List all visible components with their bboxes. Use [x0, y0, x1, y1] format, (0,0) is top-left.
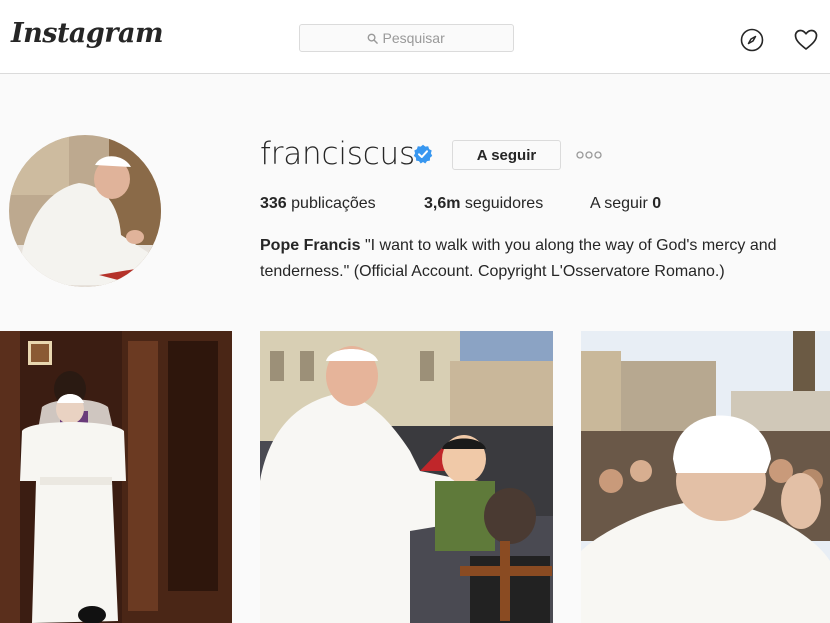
post-photo — [581, 331, 830, 623]
followers-count: 3,6m — [424, 195, 461, 212]
following-count-stat[interactable]: A seguir 0 — [590, 195, 661, 213]
compass-icon[interactable] — [740, 28, 764, 52]
bio-full-name: Pope Francis — [260, 237, 361, 254]
top-navigation-bar: Instagram — [0, 0, 830, 74]
post-thumbnail[interactable] — [260, 331, 553, 623]
search-icon — [367, 33, 378, 44]
following-button[interactable]: A seguir — [452, 140, 561, 170]
post-photo — [0, 331, 232, 623]
post-thumbnail[interactable] — [0, 331, 232, 623]
posts-count: 336 — [260, 195, 287, 212]
verified-badge-icon — [413, 144, 433, 164]
profile-bio: Pope Francis "I want to walk with you al… — [260, 233, 820, 285]
following-label: A seguir — [590, 195, 648, 212]
instagram-logo[interactable]: Instagram — [11, 18, 164, 49]
avatar-photo — [9, 135, 161, 287]
profile-avatar — [9, 135, 161, 287]
heart-icon[interactable] — [794, 28, 818, 52]
post-thumbnail[interactable] — [581, 331, 830, 623]
followers-count-stat[interactable]: 3,6m seguidores — [424, 195, 543, 213]
posts-label: publicações — [291, 195, 376, 212]
profile-username: franciscus — [260, 136, 415, 172]
followers-label: seguidores — [464, 195, 544, 212]
posts-count-stat: 336 publicações — [260, 195, 376, 213]
ellipsis-icon[interactable] — [576, 150, 602, 160]
post-photo — [260, 331, 553, 623]
following-count: 0 — [652, 195, 662, 212]
search-box[interactable] — [299, 24, 514, 52]
search-input[interactable] — [382, 30, 447, 46]
